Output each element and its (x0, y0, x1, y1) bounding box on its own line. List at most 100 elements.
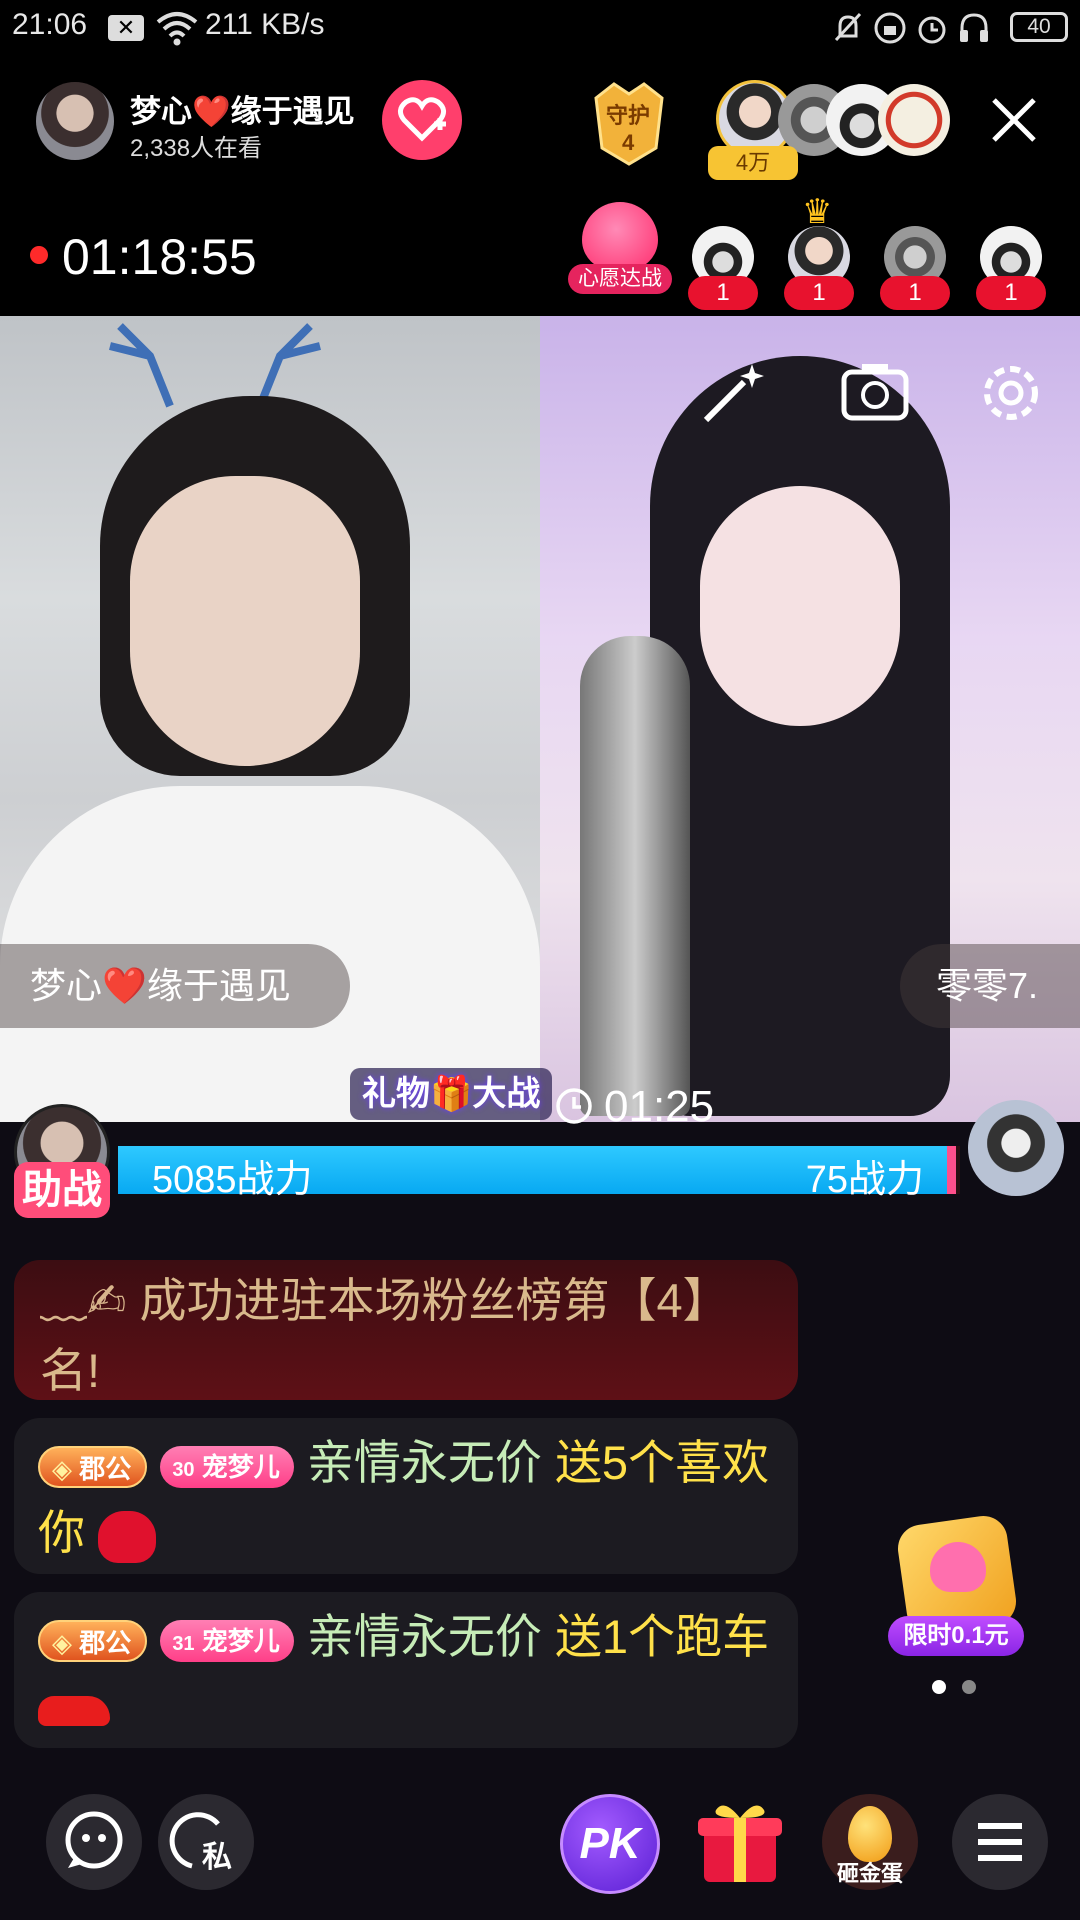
chat-username[interactable]: 亲情永无价 (307, 1610, 542, 1663)
pk-button[interactable]: PK (560, 1794, 660, 1894)
network-speed: 211 KB/s (205, 8, 325, 41)
rank-label: 郡公 (79, 1453, 132, 1484)
golden-egg-button[interactable]: 砸金蛋 (822, 1794, 918, 1890)
status-time: 21:06 (12, 8, 88, 41)
pk-label: PK (579, 1819, 641, 1868)
chat-gift-text: 送1个跑车 (554, 1610, 770, 1663)
chat-user-icon: ﹏✍ (40, 1274, 127, 1327)
supporter-2[interactable]: ♛ 1 (784, 193, 854, 310)
host-avatar[interactable] (36, 82, 114, 160)
pink-heart-icon (930, 1542, 986, 1592)
chat-message-gift-2: ◈ 郡公 31 宠梦儿 亲情永无价 送1个跑车 (14, 1592, 798, 1748)
alarm-icon (918, 16, 946, 44)
guard-badge[interactable]: 守护 4 (584, 78, 674, 170)
microphone-graphic (580, 636, 690, 1116)
chat-message-system: ﹏✍ 成功进驻本场粉丝榜第【4】名! (14, 1260, 798, 1400)
gift-battle-title-text: 礼物🎁大战 (362, 1075, 541, 1113)
supporter-1[interactable]: 1 (688, 226, 758, 310)
golden-egg-icon (848, 1806, 892, 1862)
fan-club-badge: 31 宠梦儿 (160, 1619, 294, 1662)
fan-level: 30 (172, 1458, 195, 1481)
fan-club-name: 宠梦儿 (201, 1451, 280, 1482)
close-icon (992, 98, 1036, 142)
settings-button[interactable] (974, 356, 1048, 430)
limited-offer-label: 限时0.1元 (888, 1616, 1024, 1656)
gift-box-icon (698, 1805, 782, 1882)
live-header: 梦心❤️缘于遇见 2,338人在看 守护 4 4万 01:18:55 心愿达战 (0, 56, 1080, 316)
gear-icon (984, 366, 1038, 420)
rank-badge: ◈ 郡公 (38, 1445, 148, 1488)
viewer-count[interactable]: 2,338人在看 (130, 128, 262, 163)
supporter-count: 1 (880, 276, 950, 310)
host-video-name-pill: 梦心❤️缘于遇见 (0, 944, 350, 1028)
gift-button[interactable] (694, 1796, 786, 1888)
battery-indicator: 40 (1010, 12, 1068, 42)
chat-system-text: 成功进驻本场粉丝榜第【4】名! (40, 1274, 730, 1397)
opponent-score: 75战力 (805, 1159, 924, 1201)
fan-club-badge: 30 宠梦儿 (160, 1445, 294, 1488)
golden-egg-label: 砸金蛋 (836, 1861, 903, 1886)
smiling-heart-icon (582, 202, 658, 270)
sports-car-gift-icon (38, 1695, 110, 1726)
rotation-lock-icon (874, 12, 906, 44)
fan-club-name: 宠梦儿 (201, 1625, 280, 1656)
wifi-icon (156, 12, 198, 46)
live-timer: 01:18:55 (62, 229, 257, 285)
supporter-count: 1 (688, 276, 758, 310)
chat-button[interactable] (46, 1794, 142, 1890)
opponent-video-name: 零零7. (936, 965, 1039, 1006)
page-dot-active[interactable] (932, 1680, 946, 1694)
host-name: 梦心❤️缘于遇见 (130, 94, 355, 129)
opponent-face-graphic (700, 486, 900, 726)
chat-message-gift-1: ◈ 郡公 30 宠梦儿 亲情永无价 送5个喜欢你 (14, 1418, 798, 1574)
supporter-count: 1 (784, 276, 854, 310)
wish-battle-button[interactable]: 心愿达战 (568, 202, 672, 298)
chat-bubble-icon (65, 1811, 123, 1869)
opponent-video-feed: 零零7. (540, 316, 1080, 1122)
opponent-score-fill (947, 1146, 956, 1194)
private-label: 私 (202, 1841, 232, 1874)
heart-plus-icon (398, 97, 446, 142)
beauty-filter-button[interactable] (696, 356, 770, 430)
follow-button[interactable] (382, 80, 462, 160)
opponent-battle-avatar[interactable] (968, 1100, 1064, 1196)
mute-bell-icon (834, 12, 862, 42)
private-message-button[interactable]: 私 (158, 1794, 254, 1890)
rank-label: 郡公 (79, 1627, 132, 1658)
host-score: 5085战力 (152, 1159, 313, 1201)
battle-timer: 01:25 (604, 1082, 715, 1131)
opponent-video-name-pill: 零零7. (900, 944, 1080, 1028)
help-battle-button[interactable]: 助战 (14, 1162, 110, 1218)
crown-icon: ♛ (802, 193, 833, 231)
headphones-icon (960, 13, 988, 42)
guard-count: 4 (622, 130, 635, 155)
top-fan-avatar-4[interactable] (878, 84, 950, 156)
host-video-name: 梦心❤️缘于遇见 (30, 965, 291, 1006)
menu-button[interactable] (952, 1794, 1048, 1890)
page-dot[interactable] (962, 1680, 976, 1694)
live-dot-icon (30, 246, 48, 264)
guard-label: 守护 (606, 103, 651, 128)
help-battle-label: 助战 (22, 1168, 102, 1212)
clock-icon (556, 1088, 592, 1124)
supporter-3[interactable]: 1 (880, 226, 950, 310)
host-video-feed: 梦心❤️缘于遇见 (0, 316, 540, 1122)
status-bar: 21:06 ✕ 211 KB/s 40 (0, 0, 1080, 56)
gift-battle-title: 礼物🎁大战 (350, 1068, 553, 1120)
love-heart-gift-icon (98, 1510, 157, 1563)
close-button[interactable] (984, 90, 1044, 150)
supporter-4[interactable]: 1 (976, 226, 1046, 310)
notification-x-icon: ✕ (108, 15, 144, 41)
hamburger-menu-icon (978, 1823, 1022, 1861)
rank-icon: ◈ (52, 1627, 72, 1658)
switch-camera-button[interactable] (838, 356, 912, 430)
limited-offer-button[interactable]: 限时0.1元 (888, 1512, 1024, 1660)
host-face-graphic (130, 476, 360, 766)
supporter-count: 1 (976, 276, 1046, 310)
chat-username[interactable]: 亲情永无价 (307, 1436, 542, 1489)
magic-wand-icon (703, 364, 764, 423)
rank-icon: ◈ (52, 1453, 72, 1484)
wish-battle-label: 心愿达战 (568, 264, 672, 294)
fan-level: 31 (172, 1632, 195, 1655)
battle-progress-bar: 5085战力 75战力 (118, 1146, 960, 1201)
